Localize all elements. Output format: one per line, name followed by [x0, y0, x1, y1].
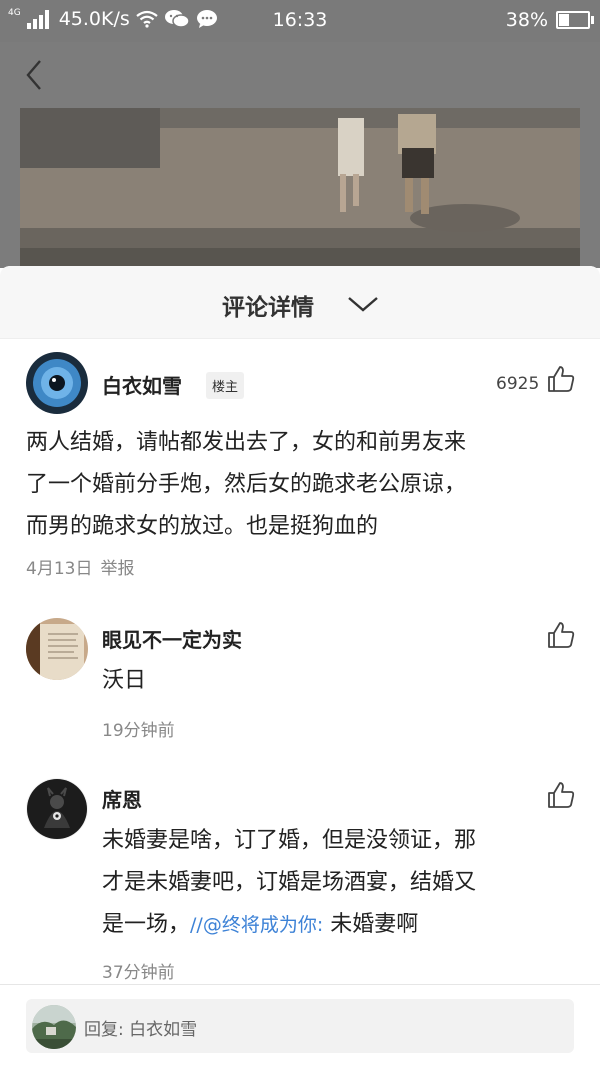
reply-placeholder: 回复: 白衣如雪: [84, 1020, 198, 1040]
mention-link[interactable]: //@终将成为你:: [190, 914, 323, 936]
video-overlay: [0, 108, 600, 268]
landscape-avatar-image: [32, 1005, 76, 1049]
sheet-title: 评论详情: [222, 295, 314, 321]
battery-icon: [556, 11, 594, 29]
owner-badge: 楼主: [206, 372, 245, 399]
report-link[interactable]: 举报: [100, 559, 134, 579]
comment-line: 两人结婚，请帖都发出去了，女的和前男友来: [26, 430, 467, 455]
thumbs-up-icon: [548, 366, 575, 392]
current-user-avatar: [32, 1005, 76, 1049]
username[interactable]: 眼见不一定为实: [102, 624, 242, 653]
like-count: 6925: [496, 374, 540, 394]
battery-level: [559, 14, 569, 26]
video-player[interactable]: [20, 108, 580, 268]
main-comment: 白衣如雪 楼主 6925 两人结婚，请帖都发出去了，女的和前男友来 了一个婚前分…: [26, 352, 586, 592]
reply-item: 眼见不一定为实 沃日 19分钟前: [26, 618, 586, 748]
comment-line: 而男的跪求女的放过。也是挺狗血的: [26, 514, 379, 539]
avatar[interactable]: [26, 778, 88, 840]
avatar[interactable]: [26, 352, 88, 414]
comment-line: 了一个婚前分手炮，然后女的跪求老公原谅，: [26, 472, 467, 497]
reply-time: 19分钟前: [102, 721, 175, 741]
like-button[interactable]: [546, 364, 576, 394]
reply-line-start: 是一场，: [102, 912, 191, 937]
sheet-header: 评论详情: [0, 266, 600, 339]
reply-item: 席恩 未婚妻是啥，订了婚，但是没领证，那 才是未婚妻吧，订婚是场酒宴，结婚又 是…: [26, 778, 586, 988]
comment-date: 4月13日: [26, 559, 93, 579]
top-nav: [0, 42, 600, 108]
reply-input[interactable]: 回复: 白衣如雪: [26, 999, 574, 1053]
reply-line: 是一场，//@终将成为你: 未婚妻啊: [102, 904, 476, 946]
reply-line: 未婚妻是啥，订了婚，但是没领证，那: [102, 828, 477, 853]
reply-text: 沃日: [102, 668, 147, 693]
like-button[interactable]: [546, 780, 576, 810]
thumbs-up-icon: [548, 622, 575, 648]
username[interactable]: 白衣如雪: [102, 370, 182, 399]
reply-line-end: 未婚妻啊: [323, 912, 419, 937]
thumbs-up-icon: [548, 782, 575, 808]
chevron-left-icon: [26, 60, 41, 90]
reply-bar: 回复: 白衣如雪: [0, 984, 600, 1067]
status-bar: 4G 45.0K/s 16:33 38%: [0, 0, 600, 42]
avatar[interactable]: [26, 618, 88, 680]
collapse-button[interactable]: [345, 290, 381, 316]
reply-text: 未婚妻是啥，订了婚，但是没领证，那 才是未婚妻吧，订婚是场酒宴，结婚又 是一场，…: [102, 820, 476, 946]
comment-detail-sheet: 评论详情 白衣如雪 楼主 6925 两人结婚，请帖都发出去了，女的和前男友来 了…: [0, 266, 600, 1066]
reply-time: 37分钟前: [102, 963, 175, 983]
comment-meta: 4月13日 举报: [26, 554, 134, 579]
battery-percent: 38%: [505, 9, 548, 31]
reply-line: 才是未婚妻吧，订婚是场酒宴，结婚又: [102, 870, 477, 895]
dark-figure-avatar-image: [26, 778, 88, 840]
video-frame: [20, 108, 580, 268]
like-button[interactable]: [546, 620, 576, 650]
book-avatar-image: [26, 618, 88, 680]
eye-avatar-image: [26, 352, 88, 414]
back-button[interactable]: [20, 58, 50, 92]
username[interactable]: 席恩: [102, 784, 142, 813]
comment-text: 两人结婚，请帖都发出去了，女的和前男友来 了一个婚前分手炮，然后女的跪求老公原谅…: [26, 422, 466, 548]
chevron-down-icon: [348, 297, 378, 312]
